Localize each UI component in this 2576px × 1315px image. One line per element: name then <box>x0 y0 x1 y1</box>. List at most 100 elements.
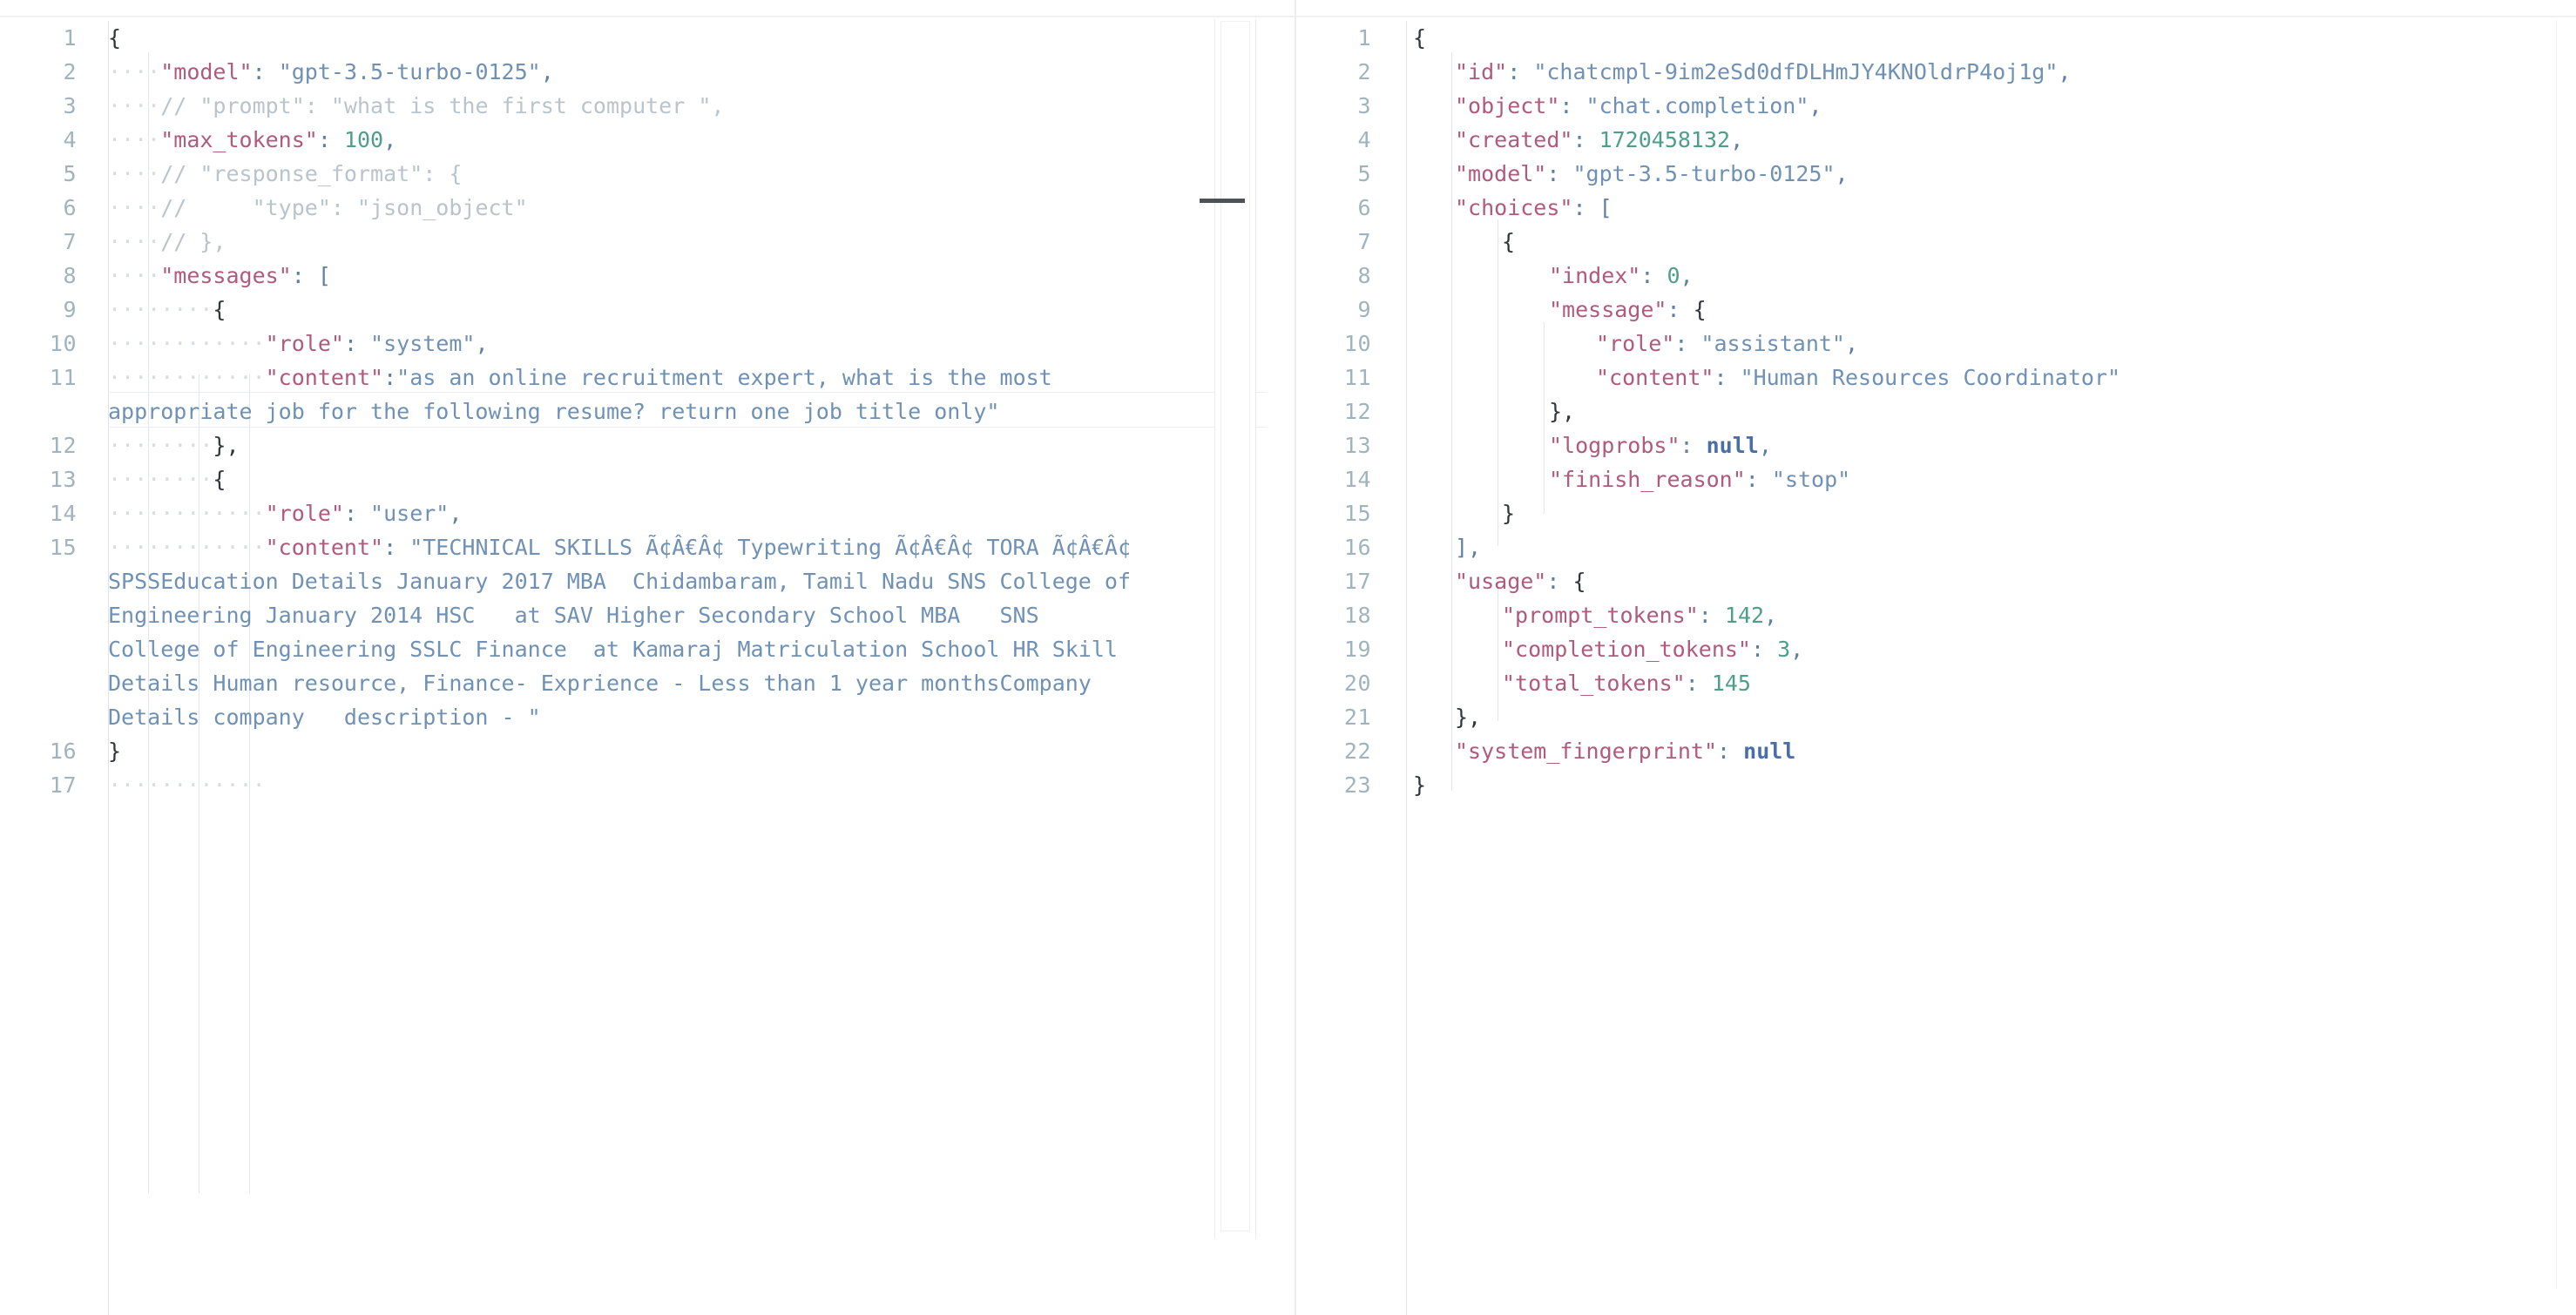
code-line[interactable]: 6 "choices": [ <box>1302 191 2576 225</box>
code-line[interactable]: 1 { <box>0 21 1302 55</box>
line-content[interactable]: } <box>1371 496 2576 530</box>
line-content[interactable]: "choices": [ <box>1371 191 2576 225</box>
token-brace: { <box>1693 297 1707 322</box>
vertical-scrollbar[interactable] <box>1200 19 1256 1238</box>
indent-dots: ···· <box>108 93 161 118</box>
line-content[interactable]: "message": { <box>1371 293 2576 327</box>
line-content[interactable]: "completion_tokens": 3, <box>1371 632 2576 666</box>
token-key-index: "index" <box>1549 263 1641 288</box>
code-line[interactable]: 15 } <box>1302 496 2576 530</box>
code-line[interactable]: 13 ········{ <box>0 462 1302 496</box>
line-content[interactable]: "finish_reason": "stop" <box>1371 462 2576 496</box>
code-line[interactable]: 21 }, <box>1302 700 2576 734</box>
token-key-message: "message" <box>1549 297 1667 322</box>
code-line[interactable]: 12 ········}, <box>0 428 1302 462</box>
line-content[interactable]: ········{ <box>77 293 1302 327</box>
code-line[interactable]: 9 ········{ <box>0 293 1302 327</box>
code-line[interactable]: 3 ····// "prompt": "what is the first co… <box>0 89 1302 123</box>
line-content[interactable]: "content": "Human Resources Coordinator" <box>1371 361 2576 394</box>
line-content[interactable]: "logprobs": null, <box>1371 428 2576 462</box>
line-content[interactable]: } <box>77 734 1302 768</box>
response-viewer-pane[interactable]: 1 { 2 "id": "chatcmpl-9im2eSd0dfDLHmJY4K… <box>1302 0 2576 1315</box>
line-content[interactable]: ············"content":"as an online recr… <box>77 361 1136 428</box>
token-colon: : <box>383 535 410 560</box>
code-line[interactable]: 9 "message": { <box>1302 293 2576 327</box>
line-content[interactable]: ········{ <box>77 462 1302 496</box>
code-line[interactable]: 18 "prompt_tokens": 142, <box>1302 598 2576 632</box>
code-line[interactable]: 20 "total_tokens": 145 <box>1302 666 2576 700</box>
token-bracket: [ <box>317 263 331 288</box>
line-content[interactable]: ····"messages": [ <box>77 259 1302 293</box>
code-line[interactable]: 2 "id": "chatcmpl-9im2eSd0dfDLHmJY4KNOld… <box>1302 55 2576 89</box>
code-line[interactable]: 14 ············"role": "user", <box>0 496 1302 530</box>
code-line[interactable]: 5 ····// "response_format": { <box>0 157 1302 191</box>
line-content[interactable]: "model": "gpt-3.5-turbo-0125", <box>1371 157 2576 191</box>
code-line[interactable]: 2 ····"model": "gpt-3.5-turbo-0125", <box>0 55 1302 89</box>
code-line[interactable]: 11 "content": "Human Resources Coordinat… <box>1302 361 2576 394</box>
code-line[interactable]: 10 "role": "assistant", <box>1302 327 2576 361</box>
line-content[interactable]: ····"model": "gpt-3.5-turbo-0125", <box>77 55 1302 89</box>
code-line[interactable]: 17 "usage": { <box>1302 564 2576 598</box>
token-key-completion-tokens: "completion_tokens" <box>1502 637 1751 662</box>
code-line[interactable]: 16 } <box>0 734 1302 768</box>
line-content[interactable]: ····// "prompt": "what is the first comp… <box>77 89 1302 123</box>
code-line[interactable]: 17 ············ <box>0 768 1302 802</box>
code-line[interactable]: 8 ····"messages": [ <box>0 259 1302 293</box>
line-number: 1 <box>1357 25 1371 51</box>
request-editor-pane[interactable]: 1 { 2 ····"model": "gpt-3.5-turbo-0125",… <box>0 0 1302 1315</box>
line-content[interactable]: { <box>77 21 1302 55</box>
line-content[interactable]: ············"role": "user", <box>77 496 1302 530</box>
line-content[interactable]: "created": 1720458132, <box>1371 123 2576 157</box>
line-content[interactable]: ············"content": "TECHNICAL SKILLS… <box>77 530 1136 734</box>
wrapped-line-rule <box>108 392 1267 393</box>
line-content[interactable]: "prompt_tokens": 142, <box>1371 598 2576 632</box>
code-line[interactable]: 22 "system_fingerprint": null <box>1302 734 2576 768</box>
line-content[interactable]: ····// "type": "json_object" <box>77 191 1302 225</box>
line-number: 16 <box>49 738 77 764</box>
code-line[interactable]: 1 { <box>1302 21 2576 55</box>
line-content[interactable]: ], <box>1371 530 2576 564</box>
code-line[interactable]: 12 }, <box>1302 394 2576 428</box>
code-line[interactable]: 16 ], <box>1302 530 2576 564</box>
code-line[interactable]: 7 ····// }, <box>0 225 1302 259</box>
code-line[interactable]: 5 "model": "gpt-3.5-turbo-0125", <box>1302 157 2576 191</box>
code-line[interactable]: 3 "object": "chat.completion", <box>1302 89 2576 123</box>
scrollbar-position-marker[interactable] <box>1200 199 1245 203</box>
line-number: 5 <box>63 161 77 186</box>
right-code-area[interactable]: 1 { 2 "id": "chatcmpl-9im2eSd0dfDLHmJY4K… <box>1302 0 2576 1294</box>
code-line[interactable]: 4 "created": 1720458132, <box>1302 123 2576 157</box>
line-content[interactable]: ····// "response_format": { <box>77 157 1302 191</box>
code-line[interactable]: 13 "logprobs": null, <box>1302 428 2576 462</box>
line-content[interactable]: ····"max_tokens": 100, <box>77 123 1302 157</box>
code-line[interactable]: 15 ············"content": "TECHNICAL SKI… <box>0 530 1302 734</box>
line-content[interactable]: } <box>1371 768 2576 802</box>
line-content[interactable]: { <box>1371 225 2576 259</box>
line-content[interactable]: ····// }, <box>77 225 1302 259</box>
left-code-area[interactable]: 1 { 2 ····"model": "gpt-3.5-turbo-0125",… <box>0 0 1302 1294</box>
line-content[interactable]: "role": "assistant", <box>1371 327 2576 361</box>
line-content[interactable]: "usage": { <box>1371 564 2576 598</box>
line-content[interactable]: }, <box>1371 394 2576 428</box>
line-content[interactable]: ············"role": "system", <box>77 327 1302 361</box>
line-content[interactable]: ········}, <box>77 428 1302 462</box>
line-content[interactable]: }, <box>1371 700 2576 734</box>
line-content[interactable]: { <box>1371 21 2576 55</box>
line-content[interactable]: "total_tokens": 145 <box>1371 666 2576 700</box>
token-brace: } <box>108 738 122 764</box>
code-line[interactable]: 8 "index": 0, <box>1302 259 2576 293</box>
line-content[interactable]: "index": 0, <box>1371 259 2576 293</box>
code-line[interactable]: 23 } <box>1302 768 2576 802</box>
code-line[interactable]: 4 ····"max_tokens": 100, <box>0 123 1302 157</box>
code-line[interactable]: 14 "finish_reason": "stop" <box>1302 462 2576 496</box>
code-line[interactable]: 11 ············"content":"as an online r… <box>0 361 1302 428</box>
code-line[interactable]: 19 "completion_tokens": 3, <box>1302 632 2576 666</box>
line-content[interactable]: "id": "chatcmpl-9im2eSd0dfDLHmJY4KNOldrP… <box>1371 55 2576 89</box>
line-content[interactable]: "system_fingerprint": null <box>1371 734 2576 768</box>
token-comma: , <box>2058 59 2072 84</box>
pane-split-divider[interactable] <box>1295 0 1296 1315</box>
line-content[interactable]: "object": "chat.completion", <box>1371 89 2576 123</box>
code-line[interactable]: 7 { <box>1302 225 2576 259</box>
line-content[interactable]: ············ <box>77 768 1302 802</box>
code-line[interactable]: 6 ····// "type": "json_object" <box>0 191 1302 225</box>
code-line[interactable]: 10 ············"role": "system", <box>0 327 1302 361</box>
